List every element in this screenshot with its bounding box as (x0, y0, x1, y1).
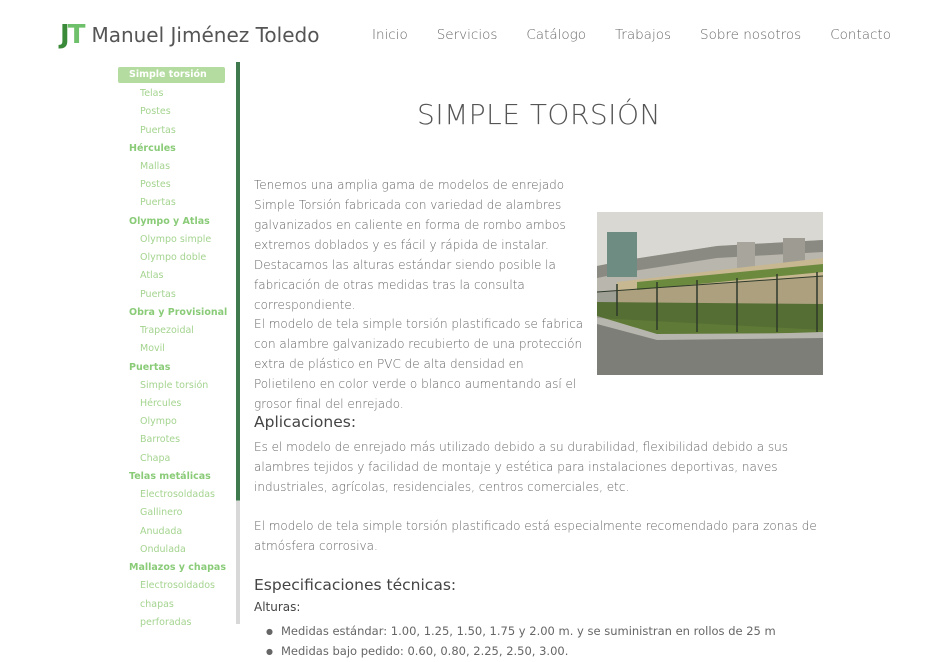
sidebar-item-postes[interactable]: Postes (118, 176, 236, 194)
sidebar-item-olympo-doble[interactable]: Olympo doble (118, 249, 236, 267)
sidebar-item-puertas[interactable]: Puertas (118, 194, 236, 212)
especificaciones-heading: Especificaciones técnicas: (254, 576, 457, 594)
sidebar-item-puertas[interactable]: Puertas (118, 286, 236, 304)
sidebar-category-mallazos-chapas[interactable]: Mallazos y chapas (118, 559, 236, 577)
alturas-list: Medidas estándar: 1.00, 1.25, 1.50, 1.75… (266, 621, 776, 661)
nav-inicio[interactable]: Inicio (372, 27, 408, 43)
sidebar-item-gallinero[interactable]: Gallinero (118, 504, 236, 522)
sidebar-item-anudada[interactable]: Anudada (118, 523, 236, 541)
fence-photo (597, 212, 823, 375)
nav-servicios[interactable]: Servicios (437, 27, 498, 43)
sidebar-item-telas[interactable]: Telas (118, 85, 236, 103)
sidebar-category-puertas[interactable]: Puertas (118, 359, 236, 377)
sidebar-item-hercules[interactable]: Hércules (118, 395, 236, 413)
plastificado-paragraph: El modelo de tela simple torsión plastif… (254, 317, 584, 411)
sidebar-item-movil[interactable]: Movil (118, 340, 236, 358)
sidebar-item-simple-torsion[interactable]: Simple torsión (118, 377, 236, 395)
sidebar: Simple torsión Telas Postes Puertas Hérc… (118, 67, 236, 632)
logo[interactable]: JT Manuel Jiménez Toledo (60, 20, 319, 50)
list-item: Medidas bajo pedido: 0.60, 0.80, 2.25, 2… (266, 641, 776, 661)
list-item: Medidas estándar: 1.00, 1.25, 1.50, 1.75… (266, 621, 776, 641)
nav-trabajos[interactable]: Trabajos (615, 27, 671, 43)
sidebar-item-chapas-perforadas[interactable]: chapas (118, 596, 236, 614)
nav-sobre-nosotros[interactable]: Sobre nosotros (700, 27, 801, 43)
main-nav: Inicio Servicios Catálogo Trabajos Sobre… (343, 27, 891, 43)
sidebar-category-telas-metalicas[interactable]: Telas metálicas (118, 468, 236, 486)
aplicaciones-heading: Aplicaciones: (254, 413, 357, 431)
intro-paragraph: Tenemos una amplia gama de modelos de en… (254, 178, 566, 312)
sidebar-item-trapezoidal[interactable]: Trapezoidal (118, 322, 236, 340)
nav-contacto[interactable]: Contacto (830, 27, 891, 43)
sidebar-item-postes[interactable]: Postes (118, 103, 236, 121)
brand-name: Manuel Jiménez Toledo (91, 23, 320, 47)
sidebar-category-olympo-atlas[interactable]: Olympo y Atlas (118, 213, 236, 231)
sidebar-item-olympo-simple[interactable]: Olympo simple (118, 231, 236, 249)
nav-catalogo[interactable]: Catálogo (526, 27, 586, 43)
sidebar-item-atlas[interactable]: Atlas (118, 267, 236, 285)
aplicaciones-paragraph: Es el modelo de enrejado más utilizado d… (254, 440, 788, 494)
sidebar-item-barrotes[interactable]: Barrotes (118, 431, 236, 449)
sidebar-item-electrosoldadas[interactable]: Electrosoldadas (118, 486, 236, 504)
fence-photo-illustration (597, 212, 823, 375)
sidebar-item-chapas-perforadas-cont[interactable]: perforadas (118, 614, 236, 632)
logo-mark: JT (60, 20, 85, 50)
sidebar-item-mallas[interactable]: Mallas (118, 158, 236, 176)
recomendado-paragraph: El modelo de tela simple torsión plastif… (254, 519, 817, 553)
alturas-label: Alturas: (254, 600, 301, 614)
sidebar-category-obra-provisional[interactable]: Obra y Provisional (118, 304, 236, 322)
page-title: SIMPLE TORSIÓN (417, 98, 661, 131)
sidebar-item-ondulada[interactable]: Ondulada (118, 541, 236, 559)
sidebar-category-simple-torsion[interactable]: Simple torsión (118, 67, 225, 83)
sidebar-item-puertas[interactable]: Puertas (118, 122, 236, 140)
sidebar-item-olympo[interactable]: Olympo (118, 413, 236, 431)
sidebar-item-chapa[interactable]: Chapa (118, 450, 236, 468)
sidebar-divider (236, 62, 240, 624)
sidebar-category-hercules[interactable]: Hércules (118, 140, 236, 158)
sidebar-item-electrosoldados[interactable]: Electrosoldados (118, 577, 236, 595)
